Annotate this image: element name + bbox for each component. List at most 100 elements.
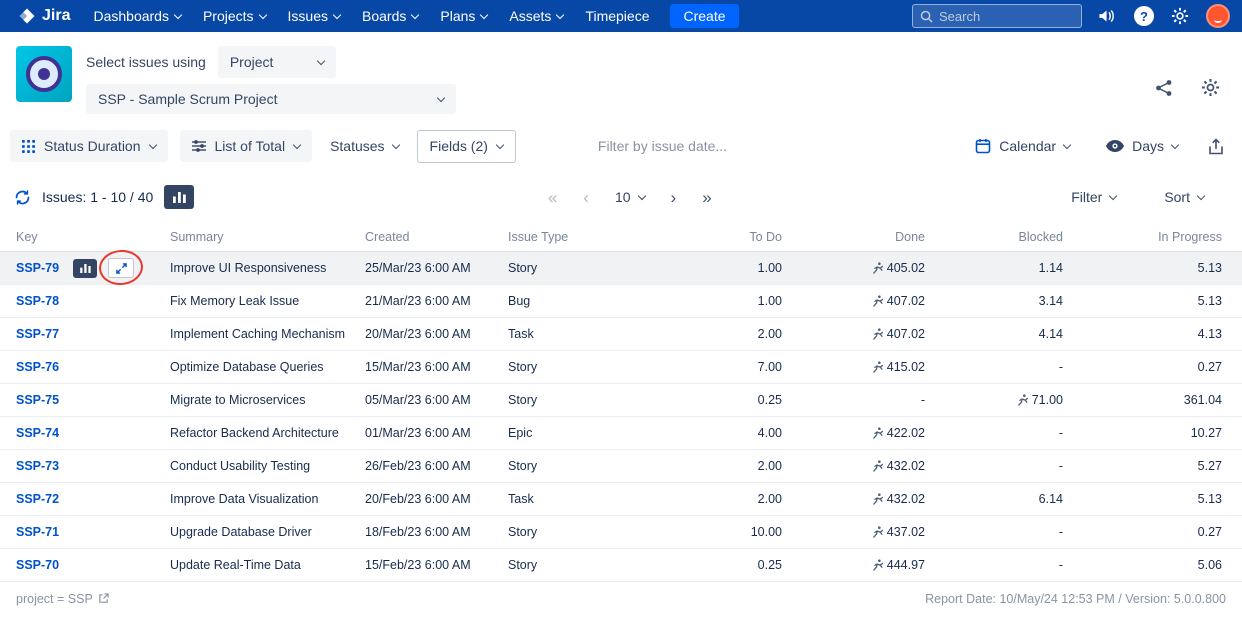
issue-type-cell: Story — [508, 558, 538, 572]
issue-key-link[interactable]: SSP-73 — [16, 459, 59, 473]
table-header-row: Key Summary Created Issue Type To Do Done Bloc… — [0, 222, 1242, 252]
row-chart-button[interactable] — [73, 258, 98, 278]
calendar-dropdown[interactable]: Calendar — [969, 138, 1076, 154]
unit-dropdown[interactable]: Days — [1100, 138, 1184, 154]
issue-key-link[interactable]: SSP-74 — [16, 426, 59, 440]
first-page-button[interactable]: « — [548, 189, 557, 206]
issue-key-link[interactable]: SSP-75 — [16, 393, 59, 407]
column-header-issue-type[interactable]: Issue Type — [508, 230, 640, 244]
todo-cell: 7.00 — [757, 360, 782, 374]
pagination-row: Issues: 1 - 10 / 40 « ‹ 10 › » Filter So… — [0, 180, 1242, 214]
table-row[interactable]: SSP-76 Optimize Database Queries 15/Mar/… — [0, 351, 1242, 384]
jql-query-link[interactable]: project = SSP — [16, 592, 109, 606]
nav-item-boards[interactable]: Boards — [351, 0, 429, 32]
nav-item-timepiece[interactable]: Timepiece — [574, 0, 660, 32]
page-size-dropdown[interactable]: 10 — [614, 189, 646, 205]
column-header-blocked[interactable]: Blocked — [925, 230, 1063, 244]
calendar-icon — [975, 139, 991, 154]
table-row[interactable]: SSP-72 Improve Data Visualization 20/Feb… — [0, 483, 1242, 516]
help-icon[interactable]: ? — [1134, 6, 1154, 26]
page-size-value: 10 — [614, 189, 631, 205]
sort-dropdown[interactable]: Sort — [1158, 189, 1210, 205]
sliders-icon — [191, 140, 206, 152]
nav-item-plans[interactable]: Plans — [429, 0, 498, 32]
fields-dropdown[interactable]: Fields (2) — [416, 129, 516, 163]
issues-count-label: Issues: 1 - 10 / 40 — [42, 189, 154, 205]
prev-page-button[interactable]: ‹ — [583, 189, 589, 206]
todo-cell: 0.25 — [757, 558, 782, 572]
report-type-dropdown[interactable]: Status Duration — [10, 130, 168, 162]
blocked-cell: - — [1058, 558, 1063, 572]
runner-icon — [872, 262, 883, 274]
chevron-down-icon — [480, 10, 489, 19]
column-header-key[interactable]: Key — [16, 230, 170, 244]
user-avatar[interactable] — [1206, 4, 1230, 28]
column-header-in-progress[interactable]: In Progress — [1063, 230, 1222, 244]
nav-icons: ? — [1098, 4, 1230, 28]
issue-key-link[interactable]: SSP-72 — [16, 492, 59, 506]
column-header-created[interactable]: Created — [365, 230, 508, 244]
chart-view-button[interactable] — [164, 185, 195, 209]
done-cell: 422.02 — [782, 426, 925, 440]
nav-item-issues[interactable]: Issues — [277, 0, 351, 32]
done-cell: 437.02 — [782, 525, 925, 539]
todo-cell: 1.00 — [757, 294, 782, 308]
runner-icon — [872, 427, 883, 439]
table-row[interactable]: SSP-79 Improve UI Responsiveness 25/Mar/… — [0, 248, 1242, 287]
expand-icon[interactable] — [108, 258, 135, 278]
statuses-dropdown[interactable]: Statuses — [324, 138, 404, 154]
issue-key-link[interactable]: SSP-79 — [16, 261, 59, 275]
table-row[interactable]: SSP-74 Refactor Backend Architecture 01/… — [0, 417, 1242, 450]
report-settings-gear-icon[interactable] — [1201, 78, 1220, 97]
announcement-icon[interactable] — [1098, 8, 1117, 24]
blocked-cell: - — [1058, 459, 1063, 473]
search-input[interactable] — [939, 8, 1074, 24]
todo-cell: 0.25 — [757, 393, 782, 407]
create-button[interactable]: Create — [670, 4, 739, 28]
column-header-done[interactable]: Done — [782, 230, 925, 244]
issue-key-link[interactable]: SSP-78 — [16, 294, 59, 308]
runner-icon — [872, 493, 883, 505]
column-header-summary[interactable]: Summary — [170, 230, 365, 244]
list-mode-dropdown[interactable]: List of Total — [179, 130, 313, 162]
next-page-button[interactable]: › — [671, 189, 677, 206]
refresh-icon[interactable] — [14, 189, 31, 206]
share-icon[interactable] — [1155, 79, 1173, 97]
issue-date-filter-input[interactable] — [597, 138, 770, 154]
table-row[interactable]: SSP-73 Conduct Usability Testing 26/Feb/… — [0, 450, 1242, 483]
summary-cell: Refactor Backend Architecture — [170, 426, 339, 440]
filter-dropdown[interactable]: Filter — [1065, 189, 1122, 205]
in-progress-cell: 4.13 — [1197, 327, 1222, 341]
issue-key-link[interactable]: SSP-77 — [16, 327, 59, 341]
sort-label: Sort — [1164, 189, 1190, 205]
table-row[interactable]: SSP-70 Update Real-Time Data 15/Feb/23 6… — [0, 549, 1242, 582]
issue-key-link[interactable]: SSP-71 — [16, 525, 59, 539]
issue-source-dropdown[interactable]: Project — [217, 46, 336, 78]
nav-item-projects[interactable]: Projects — [192, 0, 277, 32]
statuses-label: Statuses — [330, 138, 385, 154]
project-dropdown[interactable]: SSP - Sample Scrum Project — [86, 84, 456, 114]
settings-gear-icon[interactable] — [1171, 7, 1189, 25]
table-row[interactable]: SSP-75 Migrate to Microservices 05/Mar/2… — [0, 384, 1242, 417]
table-row[interactable]: SSP-77 Implement Caching Mechanism 20/Ma… — [0, 318, 1242, 351]
issue-key-link[interactable]: SSP-76 — [16, 360, 59, 374]
nav-search-box[interactable] — [912, 4, 1082, 28]
summary-cell: Conduct Usability Testing — [170, 459, 311, 473]
chevron-down-icon — [1109, 191, 1118, 200]
list-mode-value: List of Total — [214, 138, 286, 154]
todo-cell: 10.00 — [750, 525, 782, 539]
chevron-down-icon — [316, 56, 326, 65]
chevron-down-icon — [332, 10, 342, 19]
issue-key-link[interactable]: SSP-70 — [16, 558, 59, 572]
summary-cell: Optimize Database Queries — [170, 360, 324, 374]
in-progress-cell: 5.13 — [1197, 294, 1222, 308]
nav-item-assets[interactable]: Assets — [498, 0, 574, 32]
key-cell: SSP-70 — [16, 558, 170, 572]
jira-logo[interactable]: Jira — [18, 7, 70, 25]
column-header-to-do[interactable]: To Do — [640, 230, 782, 244]
table-row[interactable]: SSP-71 Upgrade Database Driver 18/Feb/23… — [0, 516, 1242, 549]
nav-item-dashboards[interactable]: Dashboards — [82, 0, 192, 32]
last-page-button[interactable]: » — [702, 189, 711, 206]
table-row[interactable]: SSP-78 Fix Memory Leak Issue 21/Mar/23 6… — [0, 285, 1242, 318]
export-icon[interactable] — [1208, 137, 1224, 155]
